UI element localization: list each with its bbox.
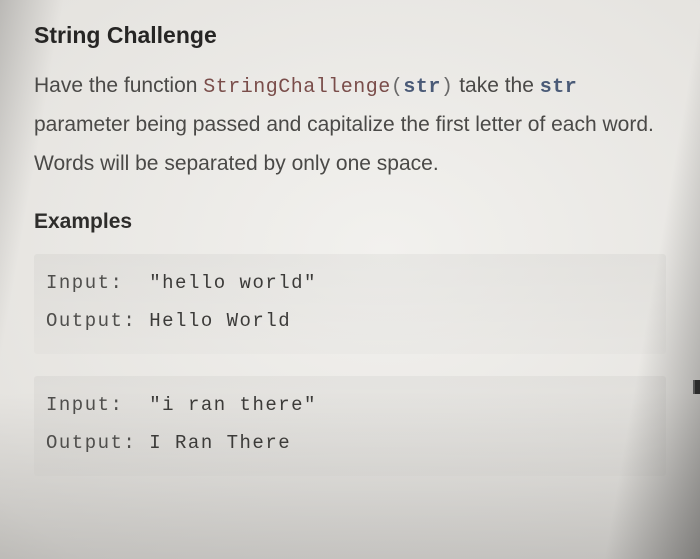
desc-open-paren: (: [391, 76, 404, 99]
example-input-value: "i ran there": [149, 394, 317, 416]
example-input-row: Input: "hello world": [46, 264, 658, 302]
desc-close-paren: ): [441, 76, 454, 99]
challenge-title: String Challenge: [34, 22, 666, 49]
example-input-label: Input:: [46, 394, 136, 416]
example-output-label: Output:: [46, 432, 149, 454]
example-block: Input: "hello world" Output: Hello World: [34, 254, 666, 354]
desc-tail: parameter being passed and capitalize th…: [34, 113, 654, 175]
example-output-label: Output:: [46, 310, 149, 332]
screen-edge-artifact: [693, 380, 700, 394]
desc-after-sig: take the: [453, 74, 539, 97]
example-output-value: Hello World: [149, 310, 291, 332]
example-output-row: Output: I Ran There: [46, 424, 658, 462]
example-output-row: Output: Hello World: [46, 302, 658, 340]
desc-param-name: str: [403, 76, 441, 99]
example-output-value: I Ran There: [149, 432, 291, 454]
desc-fn-name: StringChallenge: [203, 76, 391, 99]
example-input-value: "hello world": [149, 272, 317, 294]
example-input-label: Input:: [46, 272, 136, 294]
example-input-row: Input: "i ran there": [46, 386, 658, 424]
example-block: Input: "i ran there" Output: I Ran There: [34, 376, 666, 476]
desc-lead: Have the function: [34, 74, 203, 97]
desc-param-ref: str: [540, 76, 578, 99]
challenge-description: Have the function StringChallenge(str) t…: [34, 67, 666, 184]
examples-heading: Examples: [34, 210, 666, 234]
